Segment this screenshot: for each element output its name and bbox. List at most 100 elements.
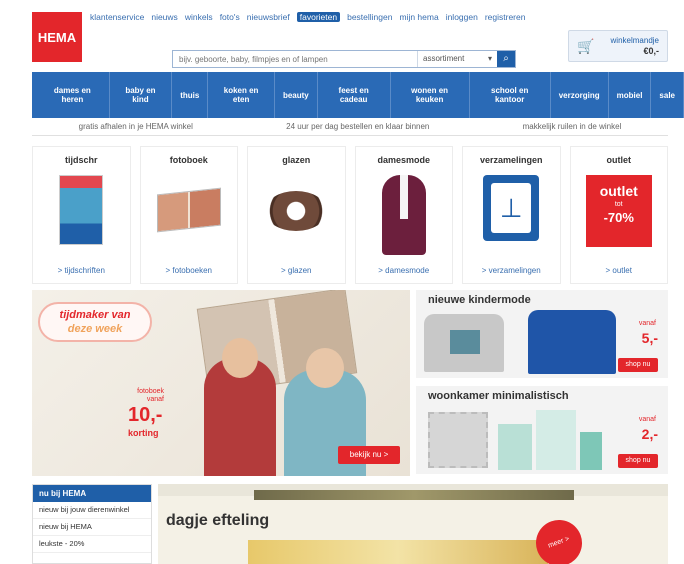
banner-image-strip [254, 490, 574, 500]
hema-logo[interactable]: HEMA [32, 12, 82, 62]
category-card-damesmode[interactable]: damesmode > damesmode [354, 146, 453, 284]
nav-verzorging[interactable]: verzorging [551, 72, 609, 118]
card-title: outlet [606, 155, 632, 165]
efteling-banner[interactable]: dagje efteling meer > [158, 484, 668, 564]
efteling-title: dagje efteling [166, 512, 270, 529]
hero-price-label: fotoboek vanaf [137, 388, 164, 403]
search-button[interactable]: ⌕ [497, 51, 515, 67]
toplink-nieuwsbrief[interactable]: nieuwsbrief [247, 12, 290, 22]
hero-badge: tijdmaker van deze week [38, 302, 152, 342]
search-category-select[interactable]: assortiment ▾ [417, 51, 497, 67]
promo-title: nieuwe kindermode [428, 294, 531, 306]
candle-image [498, 424, 532, 470]
sidebox-item[interactable]: leukste - 20% [33, 536, 151, 553]
category-card-tijdschriften[interactable]: tijdschr > tijdschriften [32, 146, 131, 284]
toplink-bestellingen[interactable]: bestellingen [347, 12, 392, 22]
nav-thuis[interactable]: thuis [172, 72, 209, 118]
sidebox-item[interactable]: nieuw bij jouw dierenwinkel [33, 502, 151, 519]
hero-cta-button[interactable]: bekijk nu > [338, 446, 400, 464]
toplink-winkels[interactable]: winkels [185, 12, 213, 22]
nav-beauty[interactable]: beauty [275, 72, 318, 118]
blazer-image [381, 175, 426, 255]
outlet-sub: tot [614, 201, 623, 208]
card-title: tijdschr [64, 155, 98, 165]
promo-title: woonkamer minimalistisch [428, 390, 569, 402]
card-title: glazen [282, 155, 311, 165]
toplink-nieuws[interactable]: nieuws [151, 12, 177, 22]
nav-feest-cadeau[interactable]: feest en cadeau [318, 72, 391, 118]
promo-button[interactable]: shop nu [618, 358, 658, 372]
promo-kindermode[interactable]: nieuwe kindermode vanaf 5,- shop nu [416, 290, 668, 378]
search-icon: ⌕ [503, 53, 509, 64]
promo-tag: vanaf [638, 320, 656, 327]
search-bar: assortiment ▾ ⌕ [172, 50, 516, 68]
cart-amount: €0,- [643, 46, 659, 56]
promo-tag: vanaf [638, 416, 656, 423]
promo-button[interactable]: shop nu [618, 454, 658, 468]
category-card-fotoboek[interactable]: fotoboek > fotoboeken [139, 146, 238, 284]
sweater-image [528, 310, 616, 374]
toplink-mijn-hema[interactable]: mijn hema [399, 12, 438, 22]
efteling-image [248, 540, 548, 564]
category-card-glazen[interactable]: glazen > glazen [247, 146, 346, 284]
sidebox-heading: nu bij HEMA [33, 485, 151, 502]
category-card-verzamelingen[interactable]: verzamelingen ⊥ > verzamelingen [462, 146, 561, 284]
child-photo [204, 338, 276, 476]
card-link[interactable]: > outlet [571, 266, 668, 275]
hero-banner[interactable]: tijdmaker van deze week fotoboek vanaf 1… [32, 290, 410, 476]
candle-image [580, 432, 602, 470]
category-card-outlet[interactable]: outlet outlet tot -70% > outlet [569, 146, 668, 284]
nav-baby-kind[interactable]: baby en kind [110, 72, 173, 118]
nav-mobiel[interactable]: mobiel [609, 72, 652, 118]
usp-item: 24 uur per dag bestellen en klaar binnen [286, 122, 430, 131]
cushion-image [428, 412, 488, 468]
usp-item: makkelijk ruilen in de winkel [522, 122, 622, 131]
nav-koken-eten[interactable]: koken en eten [208, 72, 275, 118]
wreath-image [265, 175, 328, 231]
magazine-image [59, 175, 104, 245]
candle-image [536, 410, 576, 470]
hero-badge-line1: tijdmaker van [59, 309, 131, 321]
promo-woonkamer[interactable]: woonkamer minimalistisch vanaf 2,- shop … [416, 386, 668, 474]
photobook-image [156, 175, 221, 233]
search-input[interactable] [173, 51, 417, 67]
nav-school-kantoor[interactable]: school en kantoor [470, 72, 551, 118]
outlet-text: outlet [599, 183, 638, 199]
nav-dames-heren[interactable]: dames en heren [36, 72, 110, 118]
toplink-klantenservice[interactable]: klantenservice [90, 12, 144, 22]
search-category-label: assortiment [423, 54, 465, 63]
card-link[interactable]: > damesmode [356, 266, 453, 275]
toplink-favorieten[interactable]: favorieten [296, 12, 341, 22]
signpost-image: ⊥ [483, 175, 540, 241]
usp-item: gratis afhalen in je HEMA winkel [78, 122, 193, 131]
promo-price: 2,- [641, 426, 658, 442]
card-link[interactable]: > verzamelingen [463, 266, 560, 275]
nav-wonen-keuken[interactable]: wonen en keuken [391, 72, 470, 118]
toplink-inloggen[interactable]: inloggen [446, 12, 478, 22]
hero-price-sub: korting [128, 428, 159, 438]
outlet-percent: -70% [603, 210, 634, 225]
card-title: verzamelingen [479, 155, 543, 165]
cart-text: winkelmandje €0,- [600, 35, 659, 57]
cart-label: winkelmandje [610, 36, 659, 45]
cart-widget[interactable]: 🛒 winkelmandje €0,- [568, 30, 668, 62]
card-link[interactable]: > glazen [248, 266, 345, 275]
chevron-down-icon: ▾ [487, 54, 492, 63]
main-navigation: dames en heren baby en kind thuis koken … [32, 72, 684, 118]
nav-sale[interactable]: sale [651, 72, 684, 118]
now-at-hema-box: nu bij HEMA nieuw bij jouw dierenwinkel … [32, 484, 152, 564]
sidebox-item[interactable]: nieuw bij HEMA [33, 519, 151, 536]
category-cards: tijdschr > tijdschriften fotoboek > foto… [32, 146, 668, 284]
signpost-icon: ⊥ [491, 183, 532, 233]
usp-bar: gratis afhalen in je HEMA winkel 24 uur … [32, 122, 668, 136]
sweater-image [424, 314, 504, 372]
toplink-fotos[interactable]: foto's [220, 12, 240, 22]
card-title: damesmode [377, 155, 431, 165]
outlet-badge: outlet tot -70% [585, 175, 652, 247]
top-links: klantenservice nieuws winkels foto's nie… [90, 12, 525, 22]
toplink-registreren[interactable]: registreren [485, 12, 526, 22]
card-link[interactable]: > fotoboeken [141, 266, 238, 275]
card-title: fotoboek [169, 155, 208, 165]
card-link[interactable]: > tijdschriften [33, 266, 130, 275]
promo-price: 5,- [641, 330, 658, 346]
